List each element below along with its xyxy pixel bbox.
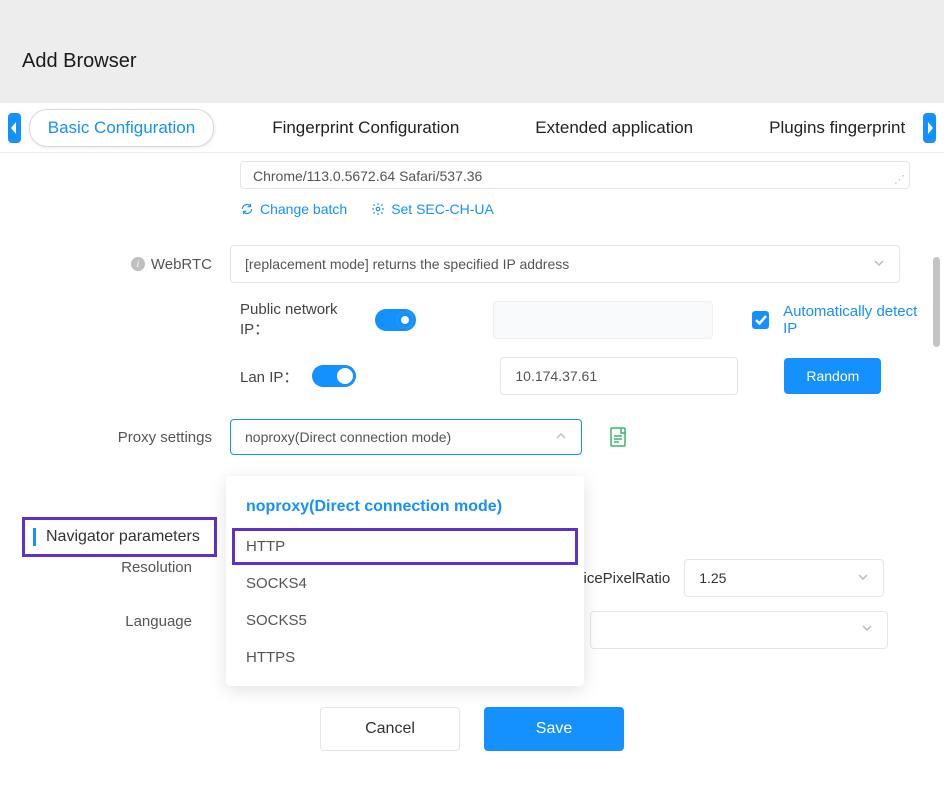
public-ip-row: Public network IP： Automatically detect … xyxy=(20,301,924,339)
auto-detect-ip-label: Automatically detect IP xyxy=(783,303,924,337)
proxy-dropdown: noproxy(Direct connection mode) HTTP SOC… xyxy=(226,476,584,686)
language-select[interactable] xyxy=(590,611,888,649)
document-icon[interactable] xyxy=(610,427,628,447)
tab-extended-application[interactable]: Extended application xyxy=(517,110,711,146)
resolution-label: Resolution xyxy=(0,559,210,576)
lan-ip-row: Lan IP： 10.174.37.61 Random xyxy=(20,357,924,395)
public-ip-input[interactable] xyxy=(493,301,713,339)
chevron-down-icon xyxy=(857,570,869,586)
navigator-section-highlight: Navigator parameters xyxy=(22,517,217,557)
proxy-option-socks4[interactable]: SOCKS4 xyxy=(232,565,578,602)
device-pixel-ratio-row: vicePixelRatio 1.25 xyxy=(576,559,884,597)
proxy-label: Proxy settings xyxy=(20,429,230,446)
random-button[interactable]: Random xyxy=(784,358,881,394)
tab-basic-configuration[interactable]: Basic Configuration xyxy=(29,109,214,147)
public-ip-toggle[interactable] xyxy=(375,309,416,331)
resolution-row: Resolution xyxy=(0,559,210,576)
language-row: Language xyxy=(0,613,210,630)
tabs-row: Basic Configuration Fingerprint Configur… xyxy=(0,103,944,153)
gear-icon xyxy=(371,202,385,216)
proxy-option-selected[interactable]: noproxy(Direct connection mode) xyxy=(232,492,578,528)
navigator-section-title: Navigator parameters xyxy=(33,528,200,546)
page-header: Add Browser xyxy=(0,0,944,103)
tabs-scroll-left[interactable] xyxy=(8,113,21,143)
proxy-option-socks5[interactable]: SOCKS5 xyxy=(232,602,578,639)
auto-detect-ip-checkbox[interactable] xyxy=(752,311,769,329)
set-sec-ch-ua-link[interactable]: Set SEC-CH-UA xyxy=(371,201,494,217)
webrtc-row: i WebRTC [replacement mode] returns the … xyxy=(20,245,924,283)
change-batch-link[interactable]: Change batch xyxy=(240,201,347,217)
check-icon xyxy=(755,315,767,325)
lan-ip-label: Lan IP： xyxy=(240,366,298,387)
cancel-button[interactable]: Cancel xyxy=(320,707,460,751)
chevron-up-icon xyxy=(555,429,567,445)
public-ip-label: Public network IP： xyxy=(240,301,361,339)
ua-actions: Change batch Set SEC-CH-UA xyxy=(240,201,924,217)
scrollbar-thumb[interactable] xyxy=(933,257,940,347)
chevron-left-icon xyxy=(9,121,19,135)
user-agent-textarea[interactable]: Chrome/113.0.5672.64 Safari/537.36 ⋰ xyxy=(240,161,910,189)
chevron-right-icon xyxy=(925,121,935,135)
resize-handle-icon[interactable]: ⋰ xyxy=(894,173,905,186)
language-label: Language xyxy=(0,613,210,630)
save-button[interactable]: Save xyxy=(484,707,624,751)
page-title: Add Browser xyxy=(22,50,944,73)
info-icon[interactable]: i xyxy=(131,257,145,271)
tabs: Basic Configuration Fingerprint Configur… xyxy=(29,109,923,147)
tab-fingerprint-configuration[interactable]: Fingerprint Configuration xyxy=(254,110,477,146)
webrtc-label: i WebRTC xyxy=(20,256,230,273)
content: Chrome/113.0.5672.64 Safari/537.36 ⋰ Cha… xyxy=(0,161,944,781)
device-pixel-ratio-label: vicePixelRatio xyxy=(576,570,670,587)
lan-ip-input[interactable]: 10.174.37.61 xyxy=(500,357,738,395)
chevron-down-icon xyxy=(861,621,873,639)
device-pixel-ratio-select[interactable]: 1.25 xyxy=(684,559,884,597)
proxy-option-https[interactable]: HTTPS xyxy=(232,639,578,676)
webrtc-mode-select[interactable]: [replacement mode] returns the specified… xyxy=(230,245,900,283)
lan-ip-toggle[interactable] xyxy=(312,365,356,387)
chevron-down-icon xyxy=(873,256,885,272)
proxy-row: Proxy settings noproxy(Direct connection… xyxy=(20,419,924,455)
tab-plugins-fingerprint[interactable]: Plugins fingerprint xyxy=(751,110,923,146)
refresh-icon xyxy=(240,202,254,216)
proxy-option-http[interactable]: HTTP xyxy=(232,528,578,565)
tabs-scroll-right[interactable] xyxy=(923,113,936,143)
footer: Cancel Save xyxy=(20,707,924,751)
user-agent-value: Chrome/113.0.5672.64 Safari/537.36 xyxy=(253,168,482,184)
proxy-select[interactable]: noproxy(Direct connection mode) xyxy=(230,419,582,455)
